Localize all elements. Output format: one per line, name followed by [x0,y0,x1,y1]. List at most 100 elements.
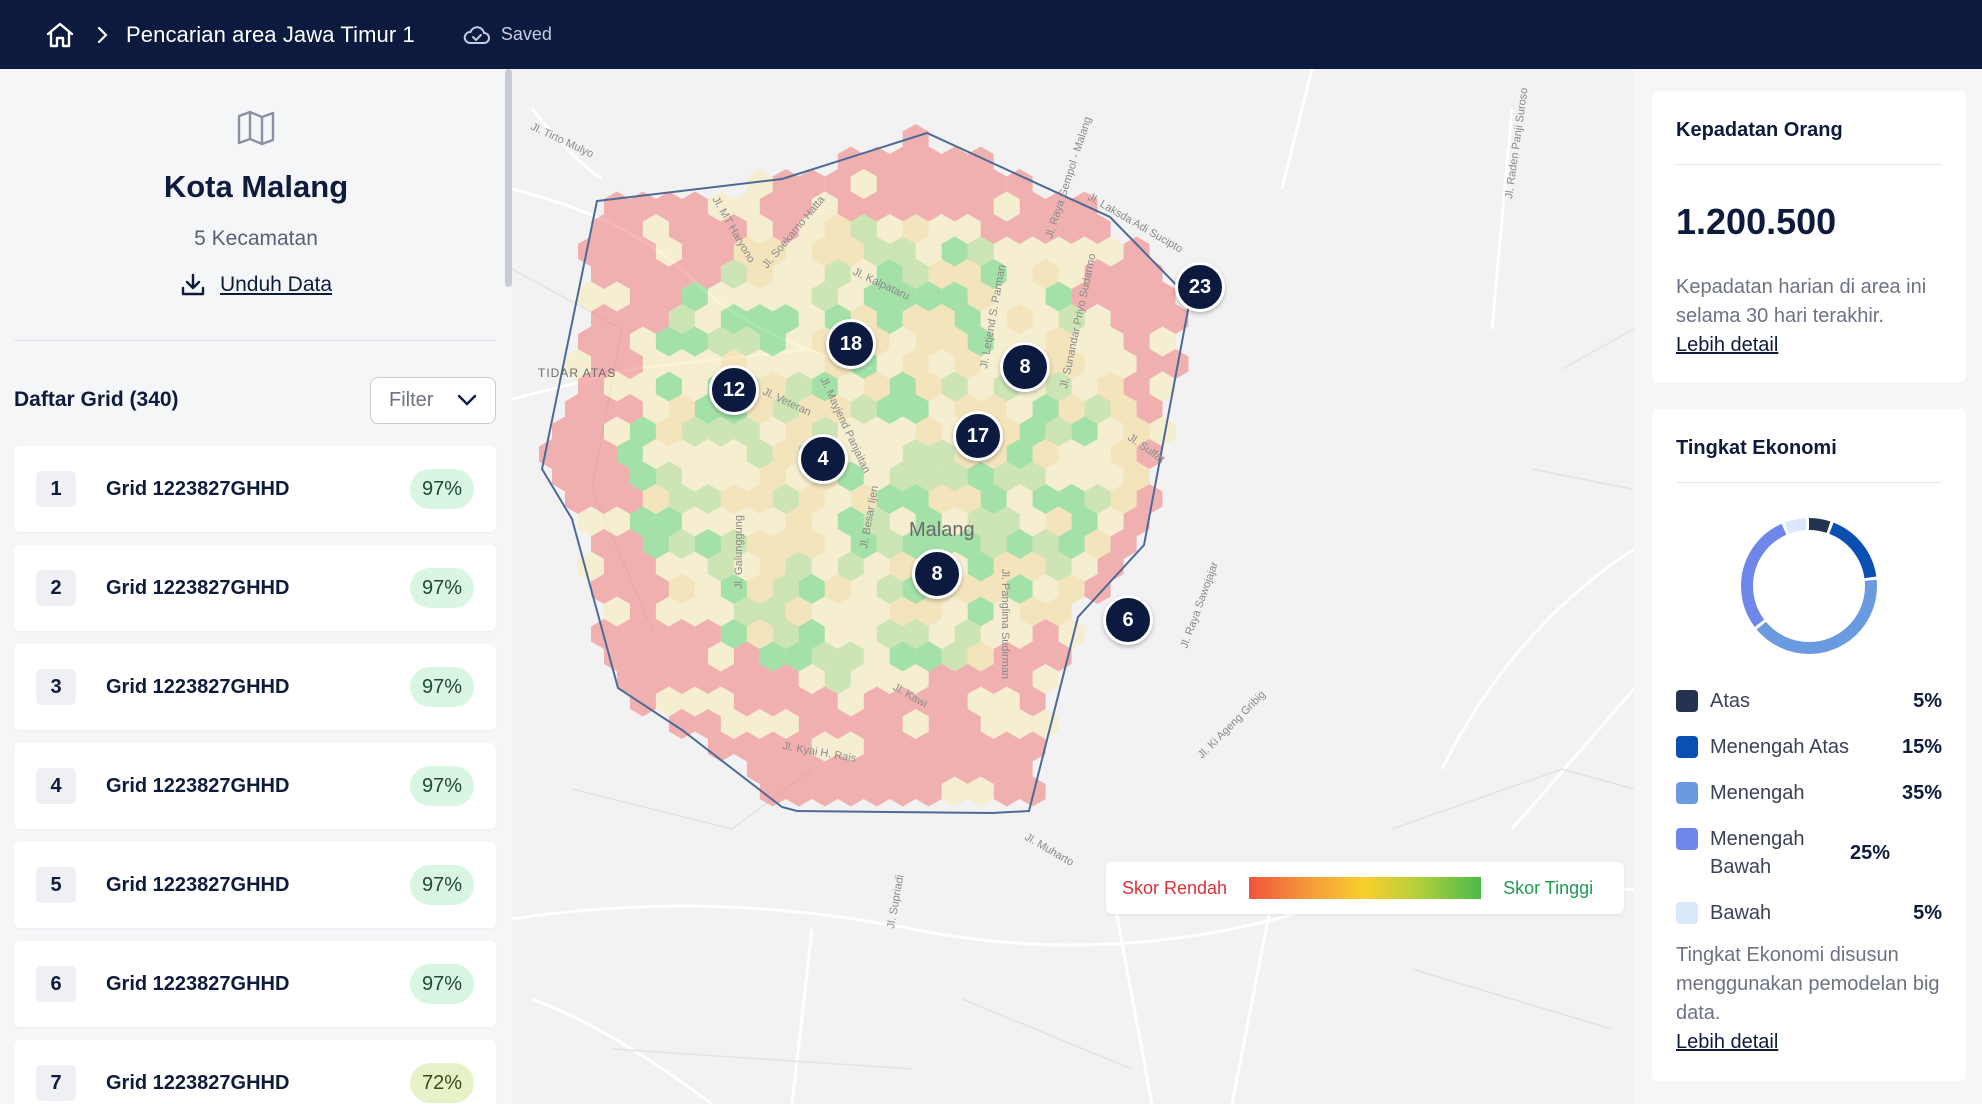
list-item[interactable]: 2 Grid 1223827GHHD 97% [14,545,496,631]
economy-description-text: Tingkat Ekonomi disusun menggunakan pemo… [1676,944,1940,1024]
score-badge: 97% [410,469,474,509]
economy-donut-chart [1741,518,1877,654]
legend-value: 35% [1901,782,1942,804]
legend-swatch [1676,902,1698,924]
filter-dropdown[interactable]: Filter [370,376,496,424]
row-number: 3 [36,669,76,705]
density-detail-link[interactable]: Lebih detail [1676,331,1778,360]
score-badge: 97% [410,865,474,905]
density-title: Kepadatan Orang [1676,91,1942,165]
grid-name: Grid 1223827GHHD [106,774,290,797]
legend-item: Menengah 35% [1676,779,1942,807]
grid-name: Grid 1223827GHHD [106,477,290,500]
score-badge: 97% [410,964,474,1004]
legend-label: Menengah [1710,782,1805,804]
grid-marker[interactable]: 6 [1103,595,1153,645]
legend-value: 25% [1850,842,1891,864]
city-label: Malang [909,519,975,541]
legend-swatch [1676,690,1698,712]
density-card: Kepadatan Orang 1.200.500 Kepadatan hari… [1652,91,1966,382]
legend-label: Atas [1710,690,1751,712]
grid-marker[interactable]: 4 [798,434,848,484]
saved-label: Saved [500,24,552,44]
grid-marker[interactable]: 23 [1175,262,1225,312]
svg-text:Jl. Raden Panji Suroso: Jl. Raden Panji Suroso [1503,87,1530,199]
legend-swatch [1676,736,1698,758]
top-bar: Pencarian area Jawa Timur 1 Saved [0,0,1982,69]
legend-swatch [1676,828,1698,850]
grid-marker[interactable]: 12 [709,365,759,415]
area-label: TIDAR ATAS [538,366,616,380]
svg-text:Jl. Panglima Sudirman: Jl. Panglima Sudirman [999,569,1011,679]
economy-title: Tingkat Ekonomi [1676,409,1942,483]
map-canvas[interactable]: Jl. Tirto Mulyo Jl. MT Haryono Jl. Soeka… [512,69,1634,1104]
row-number: 6 [36,966,76,1002]
legend-value: 5% [1913,902,1942,924]
download-icon [181,273,205,296]
grid-marker[interactable]: 8 [912,549,962,599]
legend-item: Menengah Bawah 25% [1676,825,1942,881]
score-badge: 72% [410,1063,474,1103]
legend-value: 5% [1913,690,1942,712]
save-status: Saved [463,24,552,45]
district-count: 5 Kecamatan [194,227,318,250]
chevron-down-icon [457,394,477,406]
row-number: 4 [36,768,76,804]
legend-label: Bawah [1710,902,1772,924]
grid-marker[interactable]: 17 [953,411,1003,461]
economy-card: Tingkat Ekonomi Atas 5% Menengah Atas 15… [1652,409,1966,1081]
list-item[interactable]: 3 Grid 1223827GHHD 97% [14,644,496,730]
breadcrumb[interactable]: Pencarian area Jawa Timur 1 [126,22,415,48]
chevron-right-icon [92,24,114,46]
svg-text:Jl. Galunggung: Jl. Galunggung [733,515,745,589]
score-badge: 97% [410,667,474,707]
divider [14,340,496,341]
row-number: 7 [36,1065,76,1101]
svg-text:Jl. Raya Sawojajar: Jl. Raya Sawojajar [1179,560,1222,650]
score-badge: 97% [410,766,474,806]
list-item[interactable]: 1 Grid 1223827GHHD 97% [14,446,496,532]
right-panel: Kepadatan Orang 1.200.500 Kepadatan hari… [1634,69,1982,1104]
list-item[interactable]: 7 Grid 1223827GHHD 72% [14,1040,496,1104]
svg-text:Jl. Muharto: Jl. Muharto [1023,831,1076,869]
grid-name: Grid 1223827GHHD [106,1071,290,1094]
row-number: 5 [36,867,76,903]
legend-swatch [1676,782,1698,804]
legend-value: 15% [1901,736,1942,758]
svg-text:Jl. Ki Ageng Gribig: Jl. Ki Ageng Gribig [1196,689,1268,761]
legend-label: Menengah Atas [1710,736,1849,758]
legend-item: Menengah Atas 15% [1676,733,1942,761]
economy-legend: Atas 5% Menengah Atas 15% Menengah 35% M… [1676,687,1942,945]
legend-item: Atas 5% [1676,687,1942,715]
legend-high-label: Skor Tinggi [1503,877,1594,898]
row-number: 2 [36,570,76,606]
grid-list-title: Daftar Grid (340) [14,388,179,411]
svg-text:Jl. Supriadi: Jl. Supriadi [885,874,906,930]
list-item[interactable]: 4 Grid 1223827GHHD 97% [14,743,496,829]
list-item[interactable]: 6 Grid 1223827GHHD 97% [14,941,496,1027]
download-label: Unduh Data [219,273,333,296]
map-view[interactable]: Jl. Tirto Mulyo Jl. MT Haryono Jl. Soeka… [512,69,1634,1104]
economy-detail-link[interactable]: Lebih detail [1676,1028,1778,1057]
city-title: Kota Malang [163,169,349,204]
grid-marker[interactable]: 18 [826,319,876,369]
legend-low-label: Skor Rendah [1122,877,1228,898]
cloud-check-icon [463,25,490,44]
density-value: 1.200.500 [1676,201,1837,242]
download-data-link[interactable]: Unduh Data [180,273,332,297]
map-icon [235,107,277,149]
home-icon[interactable] [42,17,78,53]
list-item[interactable]: 5 Grid 1223827GHHD 97% [14,842,496,928]
legend-gradient [1249,877,1482,899]
grid-name: Grid 1223827GHHD [106,873,290,896]
grid-name: Grid 1223827GHHD [106,972,290,995]
filter-label: Filter [389,388,434,411]
score-badge: 97% [410,568,474,608]
score-legend: Skor Rendah Skor Tinggi [1106,862,1624,914]
legend-item: Bawah 5% [1676,899,1942,927]
svg-text:Jl. Tirto Mulyo: Jl. Tirto Mulyo [529,121,596,161]
scrollbar[interactable] [505,69,512,287]
grid-marker[interactable]: 8 [1000,342,1050,392]
legend-label: Menengah Bawah [1710,828,1805,878]
density-description: Kepadatan harian di area ini selama 30 h… [1676,273,1942,360]
